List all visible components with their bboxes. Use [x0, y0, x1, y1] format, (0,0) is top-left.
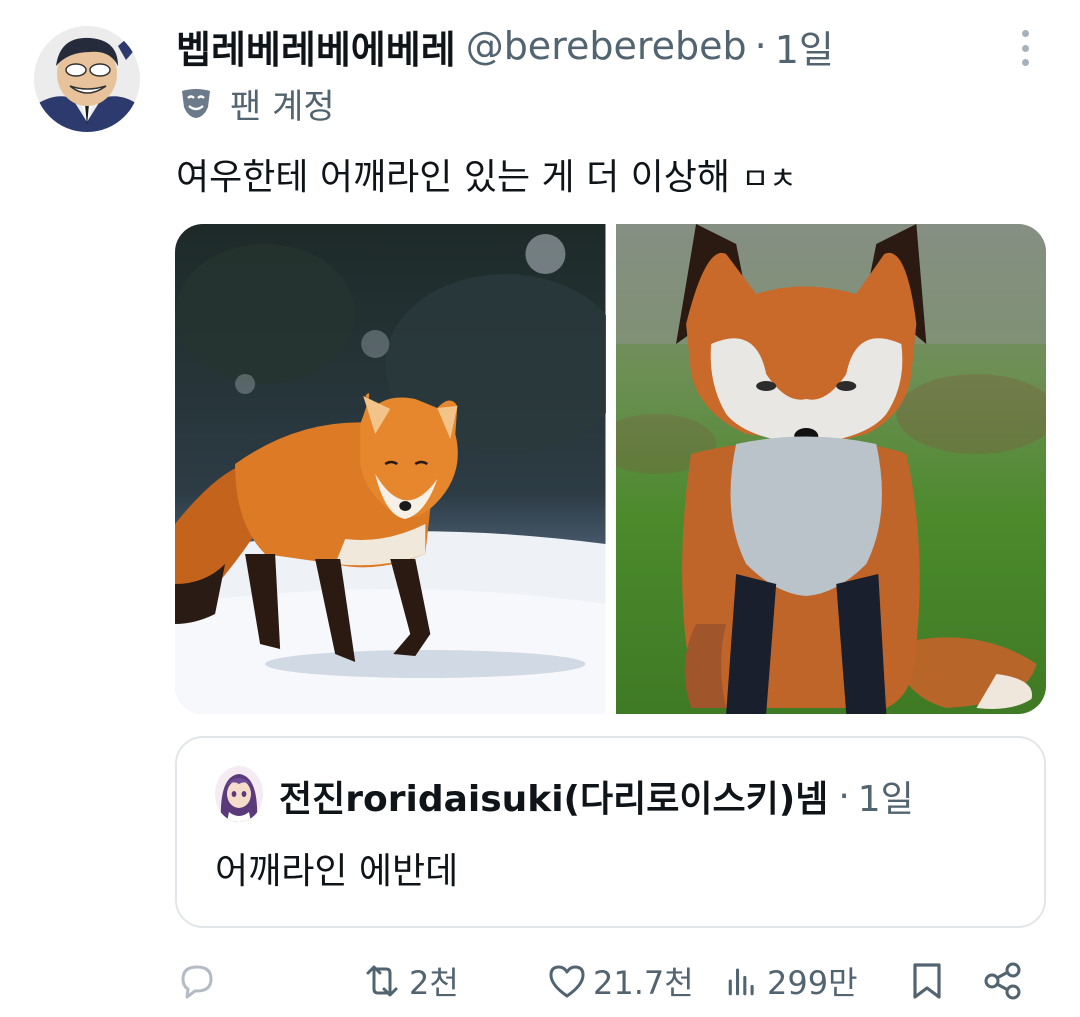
- reply-button[interactable]: [175, 950, 223, 1012]
- quoted-header-separator: ·: [838, 775, 850, 817]
- share-icon: [984, 962, 1021, 1000]
- bookmark-icon: [913, 963, 941, 999]
- post-text: 여우한테 어깨라인 있는 게 더 이상해 ㅁㅊ: [176, 148, 797, 200]
- quoted-author-avatar[interactable]: [215, 766, 263, 822]
- share-button[interactable]: [981, 950, 1025, 1012]
- like-button[interactable]: 21.7천: [545, 950, 694, 1012]
- post-text-main: 여우한테 어깨라인 있는 게 더 이상해: [176, 157, 731, 198]
- bookmark-button[interactable]: [905, 950, 949, 1012]
- author-handle[interactable]: @bereberebeb: [466, 24, 747, 68]
- fan-account-label: 팬 계정: [230, 86, 335, 127]
- quoted-author-name[interactable]: 전진roridaisuki(다리로이스키)넴: [279, 770, 828, 822]
- repost-icon: [366, 965, 398, 997]
- quoted-post-text: 어깨라인 에반데: [215, 851, 459, 892]
- like-icon: [549, 965, 585, 998]
- views-icon: [728, 968, 754, 996]
- photo-fox-snow[interactable]: [175, 224, 606, 714]
- quoted-post-header: 전진roridaisuki(다리로이스키)넴 · 1일: [279, 770, 914, 822]
- quoted-post-time[interactable]: 1일: [858, 770, 914, 822]
- header-separator: ·: [754, 24, 767, 68]
- more-vertical-icon[interactable]: [1010, 26, 1040, 70]
- photo-fox-grass[interactable]: [615, 224, 1046, 714]
- author-display-name[interactable]: 벱레베레베에베레: [176, 19, 456, 74]
- view-count: 299만: [767, 964, 858, 1002]
- like-count: 21.7천: [593, 964, 694, 1002]
- author-avatar[interactable]: [34, 26, 140, 132]
- repost-count: 2천: [409, 964, 459, 1002]
- fan-account-badge: 팬 계정: [178, 80, 335, 127]
- post-media: [175, 224, 1046, 714]
- post-time[interactable]: 1일: [775, 19, 834, 74]
- repost-button[interactable]: 2천: [359, 950, 459, 1012]
- views-button[interactable]: 299만: [723, 950, 858, 1012]
- fan-mask-icon: [178, 85, 214, 121]
- reply-icon: [181, 965, 213, 999]
- action-bar: 2천 21.7천 299만: [175, 950, 1030, 1012]
- post-header: 벱레베레베에베레 @bereberebeb · 1일: [176, 18, 1010, 74]
- post-text-jamo: ㅁㅊ: [741, 162, 797, 197]
- quoted-post[interactable]: 전진roridaisuki(다리로이스키)넴 · 1일 어깨라인 에반데: [175, 736, 1046, 928]
